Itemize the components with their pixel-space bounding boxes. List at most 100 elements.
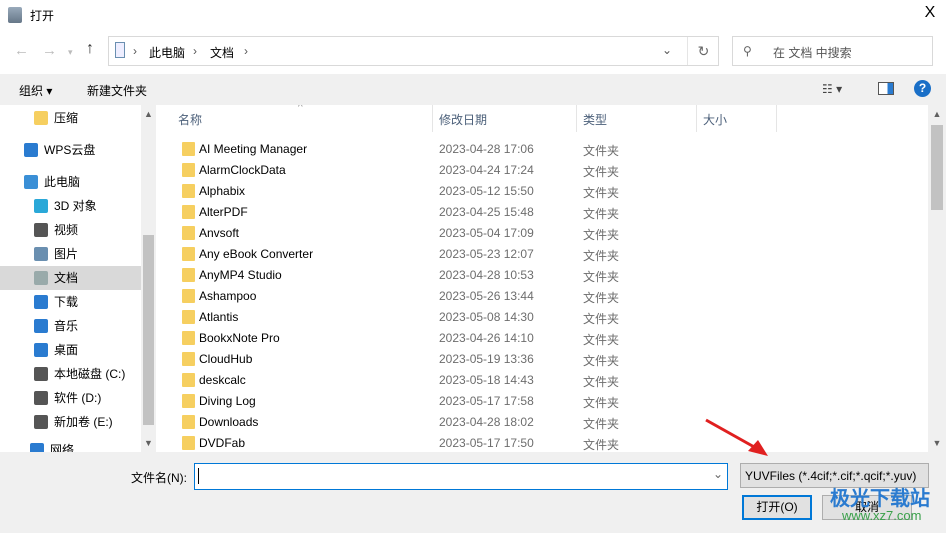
watermark-logo: 极光下载站 xyxy=(830,488,930,510)
folder-icon xyxy=(182,226,195,240)
file-type: 文件夹 xyxy=(583,333,620,347)
column-header-size[interactable]: 大小 xyxy=(703,111,727,128)
sort-ascending-icon: ^ xyxy=(298,105,303,113)
desktop-icon xyxy=(34,343,48,357)
file-date: 2023-04-25 15:48 xyxy=(439,205,534,219)
file-type: 文件夹 xyxy=(583,396,620,410)
title-bar: 打开 X xyxy=(0,0,946,30)
breadcrumb-this-pc[interactable]: 此电脑 xyxy=(149,44,185,61)
file-date: 2023-05-17 17:50 xyxy=(439,436,534,450)
music-icon xyxy=(34,319,48,333)
nav-item-label: 本地磁盘 (C:) xyxy=(54,367,126,381)
file-type: 文件夹 xyxy=(583,207,620,221)
column-header-type[interactable]: 类型 xyxy=(583,111,607,128)
nav-item[interactable]: 桌面 xyxy=(0,338,141,362)
chevron-down-icon[interactable]: ⌄ xyxy=(662,43,672,57)
file-type: 文件夹 xyxy=(583,312,620,326)
nav-item[interactable]: 本地磁盘 (C:) xyxy=(0,362,141,386)
drive-icon xyxy=(34,367,48,381)
column-header-date[interactable]: 修改日期 xyxy=(439,111,487,128)
file-list-scrollbar[interactable]: ▲ ▼ xyxy=(928,105,946,452)
close-button[interactable]: X xyxy=(918,4,942,22)
nav-item[interactable]: 音乐 xyxy=(0,314,141,338)
video-icon xyxy=(34,223,48,237)
nav-item[interactable]: 新加卷 (E:) xyxy=(0,410,141,434)
window-title: 打开 xyxy=(30,9,55,23)
watermark-url: www.xz7.com xyxy=(842,508,922,523)
chevron-down-icon[interactable]: ⌄ xyxy=(713,467,723,481)
nav-item-label: WPS云盘 xyxy=(44,143,96,157)
file-row[interactable]: AlterPDF 2023-04-25 15:48 文件夹 xyxy=(160,202,928,223)
organize-button[interactable]: 组织 ▾ xyxy=(19,82,52,99)
nav-item[interactable]: 压缩 xyxy=(0,106,141,130)
file-date: 2023-04-28 18:02 xyxy=(439,415,534,429)
forward-button[interactable]: → xyxy=(42,42,57,59)
nav-item[interactable]: WPS云盘 xyxy=(0,138,141,162)
file-name: AlterPDF xyxy=(199,205,248,219)
nav-item[interactable]: 3D 对象 xyxy=(0,194,141,218)
breadcrumb-sep: › xyxy=(193,44,197,58)
back-button[interactable]: ← xyxy=(14,42,29,59)
file-row[interactable]: Downloads 2023-04-28 18:02 文件夹 xyxy=(160,412,928,433)
file-row[interactable]: DVDFab 2023-05-17 17:50 文件夹 xyxy=(160,433,928,452)
file-row[interactable]: CloudHub 2023-05-19 13:36 文件夹 xyxy=(160,349,928,370)
up-button[interactable]: ↑ xyxy=(86,40,94,58)
filename-input[interactable]: ⌄ xyxy=(194,463,728,490)
file-row[interactable]: AI Meeting Manager 2023-04-28 17:06 文件夹 xyxy=(160,139,928,160)
open-button[interactable]: 打开(O) xyxy=(742,495,812,520)
view-options-button[interactable]: ☷ ▾ xyxy=(822,82,842,96)
file-row[interactable]: AlarmClockData 2023-04-24 17:24 文件夹 xyxy=(160,160,928,181)
file-type: 文件夹 xyxy=(583,249,620,263)
column-header-name[interactable]: 名称 xyxy=(178,111,202,128)
nav-item[interactable]: 视频 xyxy=(0,218,141,242)
new-folder-button[interactable]: 新建文件夹 xyxy=(87,82,147,99)
nav-scrollbar[interactable]: ▲ ▼ xyxy=(141,105,156,452)
file-list: 名称 ^ 修改日期 类型 大小 AI Meeting Manager 2023-0… xyxy=(160,105,928,452)
drive-icon xyxy=(34,391,48,405)
navigation-pane: 压缩 WPS云盘此电脑 3D 对象视频 图片 文档 下载 音乐 桌面本地磁盘 (C:) 软件 (… xyxy=(0,105,156,452)
file-row[interactable]: Ashampoo 2023-05-26 13:44 文件夹 xyxy=(160,286,928,307)
nav-item[interactable]: 软件 (D:) xyxy=(0,386,141,410)
file-row[interactable]: deskcalc 2023-05-18 14:43 文件夹 xyxy=(160,370,928,391)
nav-item-label: 3D 对象 xyxy=(54,199,97,213)
nav-item[interactable]: 下载 xyxy=(0,290,141,314)
nav-item[interactable]: 此电脑 xyxy=(0,170,141,194)
file-scroll-thumb[interactable] xyxy=(931,125,943,210)
toolbar: 组织 ▾ 新建文件夹 ☷ ▾ ? xyxy=(0,74,946,105)
file-row[interactable]: Diving Log 2023-05-17 17:58 文件夹 xyxy=(160,391,928,412)
file-type: 文件夹 xyxy=(583,270,620,284)
file-name: Anvsoft xyxy=(199,226,240,240)
network-icon xyxy=(30,443,44,452)
breadcrumb-documents[interactable]: 文档 xyxy=(210,44,234,61)
file-date: 2023-05-08 14:30 xyxy=(439,310,534,324)
drive-icon xyxy=(34,415,48,429)
file-name: AnyMP4 Studio xyxy=(199,268,282,282)
file-row[interactable]: Anvsoft 2023-05-04 17:09 文件夹 xyxy=(160,223,928,244)
nav-item[interactable]: 图片 xyxy=(0,242,141,266)
nav-scroll-thumb[interactable] xyxy=(143,235,154,425)
cloud-icon xyxy=(24,143,38,157)
file-row[interactable]: AnyMP4 Studio 2023-04-28 10:53 文件夹 xyxy=(160,265,928,286)
recent-dropdown[interactable]: ▾ xyxy=(68,47,73,58)
nav-item[interactable]: 网络 xyxy=(0,438,141,452)
file-row[interactable]: Alphabix 2023-05-12 15:50 文件夹 xyxy=(160,181,928,202)
help-icon[interactable]: ? xyxy=(914,80,931,97)
file-row[interactable]: Any eBook Converter 2023-05-23 12:07 文件夹 xyxy=(160,244,928,265)
file-name: Downloads xyxy=(199,415,259,429)
breadcrumb-sep: › xyxy=(244,44,248,58)
file-date: 2023-05-23 12:07 xyxy=(439,247,534,261)
file-row[interactable]: BookxNote Pro 2023-04-26 14:10 文件夹 xyxy=(160,328,928,349)
file-date: 2023-05-19 13:36 xyxy=(439,352,534,366)
nav-item[interactable]: 文档 xyxy=(0,266,141,290)
file-name: Diving Log xyxy=(199,394,256,408)
folder-icon xyxy=(182,415,195,429)
computer-icon xyxy=(24,175,38,189)
search-input[interactable]: ⚲ 在 文档 中搜索 xyxy=(732,36,933,66)
folder-icon xyxy=(182,205,195,219)
address-bar[interactable]: › 此电脑 › 文档 › ⌄ ↻ xyxy=(108,36,719,66)
refresh-button[interactable]: ↻ xyxy=(687,37,719,65)
file-type: 文件夹 xyxy=(583,354,620,368)
file-row[interactable]: Atlantis 2023-05-08 14:30 文件夹 xyxy=(160,307,928,328)
preview-pane-icon[interactable] xyxy=(878,82,894,95)
file-date: 2023-05-04 17:09 xyxy=(439,226,534,240)
